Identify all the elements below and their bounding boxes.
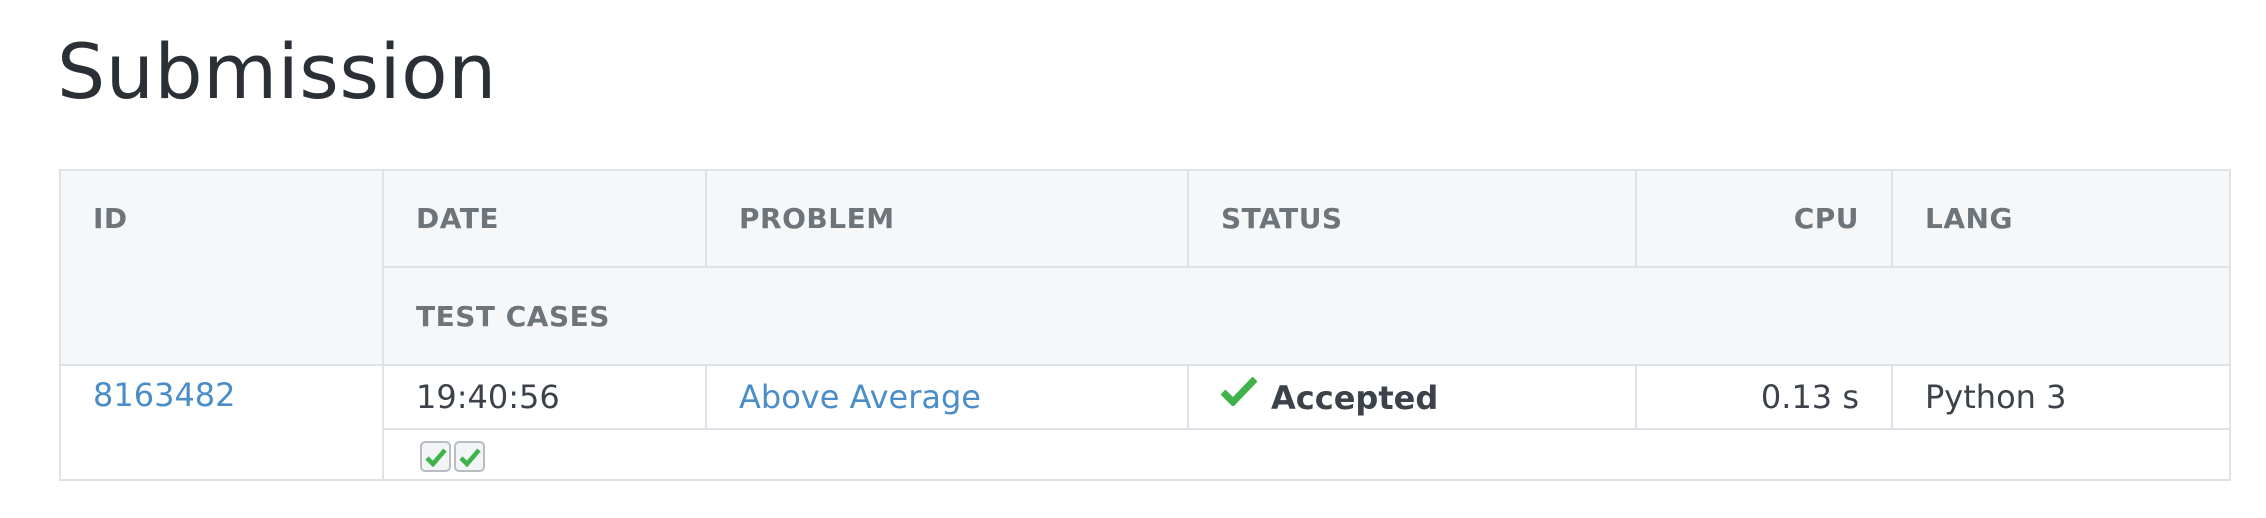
test-case-2[interactable] xyxy=(454,441,485,472)
check-icon xyxy=(459,448,481,467)
submission-date: 19:40:56 xyxy=(382,364,707,430)
test-cases-cell xyxy=(382,428,2231,481)
problem-cell: Above Average xyxy=(705,364,1189,430)
table-row: 8163482 19:40:56 Above Average Accepted … xyxy=(59,364,2231,481)
page-title: Submission xyxy=(57,27,497,116)
table-body: 8163482 19:40:56 Above Average Accepted … xyxy=(59,364,2231,481)
check-icon xyxy=(1220,376,1258,414)
header-id: ID xyxy=(59,169,384,366)
test-case-1[interactable] xyxy=(420,441,451,472)
test-cases-row xyxy=(60,428,2231,481)
header-status: STATUS xyxy=(1187,169,1637,268)
check-icon xyxy=(425,448,447,467)
header-row: ID DATE PROBLEM STATUS CPU LANG xyxy=(59,169,2231,366)
header-date: DATE xyxy=(382,169,707,268)
header-cpu: CPU xyxy=(1635,169,1893,268)
table-header: ID DATE PROBLEM STATUS CPU LANG TEST CAS… xyxy=(59,169,2231,366)
header-problem: PROBLEM xyxy=(705,169,1189,268)
header-lang: LANG xyxy=(1891,169,2231,268)
submission-id-cell: 8163482 xyxy=(59,364,384,481)
language: Python 3 xyxy=(1891,364,2231,430)
header-row-test-cases: TEST CASES xyxy=(60,266,2231,366)
submission-id-link[interactable]: 8163482 xyxy=(93,376,236,414)
cpu-time: 0.13 s xyxy=(1635,364,1893,430)
status-cell: Accepted xyxy=(1187,364,1637,430)
header-test-cases: TEST CASES xyxy=(382,266,2231,366)
submission-table: ID DATE PROBLEM STATUS CPU LANG TEST CAS… xyxy=(59,169,2231,481)
status-text: Accepted xyxy=(1271,379,1439,417)
problem-link[interactable]: Above Average xyxy=(739,378,981,416)
